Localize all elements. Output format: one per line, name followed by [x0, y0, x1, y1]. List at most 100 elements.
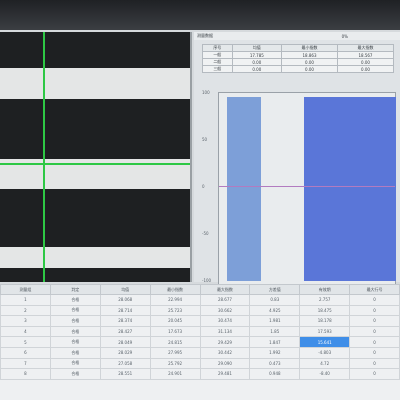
column-header[interactable]: 方差值 — [249, 284, 301, 295]
table-cell[interactable]: 17.593 — [299, 325, 351, 338]
table-cell[interactable]: 0 — [349, 304, 400, 317]
table-cell[interactable]: 0 — [349, 346, 400, 359]
column-header[interactable]: 最大行号 — [349, 284, 400, 295]
table-cell[interactable]: 合格 — [49, 336, 101, 348]
table-cell[interactable]: 8 — [0, 368, 51, 380]
column-header[interactable]: 测量组 — [0, 284, 51, 295]
results-table[interactable]: 测量组 判定 均值 最小指数 最大指数 方差值 有效期 最大行号 1 合格 28.068 22.994… — [0, 284, 400, 400]
table-cell[interactable]: 6 — [0, 346, 51, 359]
grid-row[interactable]: 二般 0.00 0.00 0.00 — [202, 58, 395, 66]
table-cell[interactable]: 合格 — [49, 294, 101, 306]
panel-title: 测量数据 — [197, 33, 213, 38]
table-cell[interactable]: 30.442 — [199, 346, 251, 359]
table-cell[interactable]: 1.992 — [249, 346, 301, 359]
grid-cell: 0.00 — [231, 65, 283, 73]
table-cell[interactable]: 29.090 — [199, 357, 251, 370]
table-cell[interactable]: 18.178 — [299, 315, 351, 327]
vertical-crosshair[interactable] — [43, 32, 45, 282]
table-cell[interactable]: 0 — [349, 368, 400, 380]
table-cell[interactable]: 2 — [0, 304, 51, 317]
table-cell[interactable]: 1.847 — [249, 336, 301, 348]
table-cell[interactable]: 24.901 — [149, 368, 201, 380]
table-cell[interactable]: 25.792 — [149, 357, 201, 370]
table-row[interactable]: 5 合格 28.049 24.815 29.429 1.847 15.641 0 — [0, 336, 400, 348]
table-row[interactable]: 4 合格 28.427 17.673 31.134 1.85 17.593 0 — [0, 325, 400, 338]
table-cell[interactable]: 29.429 — [199, 336, 251, 348]
table-cell[interactable]: 27.058 — [99, 357, 151, 370]
horizontal-crosshair[interactable] — [0, 163, 190, 165]
grid-cell: 17.785 — [231, 51, 283, 59]
table-cell[interactable]: 4.925 — [249, 304, 301, 317]
column-header[interactable]: 有效期 — [299, 284, 351, 295]
table-cell[interactable]: 31.134 — [199, 325, 251, 338]
table-cell[interactable]: 28.049 — [99, 336, 151, 348]
column-header[interactable]: 判定 — [49, 284, 101, 295]
table-cell[interactable]: 15.641 — [299, 336, 351, 348]
table-cell[interactable]: 2.757 — [299, 294, 351, 306]
table-cell[interactable]: 30.662 — [199, 304, 251, 317]
table-cell[interactable]: 1 — [0, 294, 51, 306]
y-tick-label: 100 — [202, 90, 210, 95]
table-cell[interactable]: 28.677 — [199, 294, 251, 306]
table-row[interactable]: 8 合格 28.551 24.901 29.481 0.948 -8.40 0 — [0, 368, 400, 380]
table-cell[interactable]: 0.83 — [249, 294, 301, 306]
table-cell[interactable]: 0 — [349, 315, 400, 327]
table-cell[interactable]: 30.474 — [199, 315, 251, 327]
table-cell[interactable]: 28.427 — [99, 325, 151, 338]
table-cell[interactable]: 28.029 — [99, 346, 151, 359]
table-cell[interactable]: 22.994 — [149, 294, 201, 306]
table-cell[interactable]: 合格 — [49, 346, 101, 359]
table-cell[interactable]: -4.803 — [299, 346, 351, 359]
grid-cell: 0.00 — [281, 65, 338, 73]
dark-band — [0, 268, 190, 282]
y-tick-label: -50 — [202, 231, 209, 236]
table-cell[interactable]: 29.481 — [199, 368, 251, 380]
table-cell[interactable]: 3 — [0, 315, 51, 327]
table-row[interactable]: 6 合格 28.029 27.995 30.442 1.992 -4.803 0 — [0, 346, 400, 359]
grid-row[interactable]: 一般 17.785 18.863 18.567 — [202, 51, 395, 59]
column-header[interactable]: 最小指数 — [149, 284, 201, 295]
table-cell[interactable]: 28.551 — [99, 368, 151, 380]
table-cell[interactable]: 4 — [0, 325, 51, 338]
table-cell[interactable]: 0.948 — [249, 368, 301, 380]
table-cell[interactable]: 合格 — [49, 368, 101, 380]
table-cell[interactable]: 28.068 — [99, 294, 151, 306]
table-cell[interactable]: 4.72 — [299, 357, 351, 370]
table-cell[interactable]: 17.673 — [149, 325, 201, 338]
table-cell[interactable]: 7 — [0, 357, 51, 370]
region-block — [227, 97, 261, 281]
table-cell[interactable]: -8.40 — [299, 368, 351, 380]
table-cell[interactable]: 0 — [349, 294, 400, 306]
table-cell[interactable]: 28.714 — [99, 304, 151, 317]
column-header[interactable]: 最大指数 — [199, 284, 251, 295]
table-cell[interactable]: 合格 — [49, 325, 101, 338]
table-cell[interactable]: 1.981 — [249, 315, 301, 327]
table-cell[interactable]: 0 — [349, 357, 400, 370]
plot-area[interactable] — [218, 92, 396, 312]
table-cell[interactable]: 27.995 — [149, 346, 201, 359]
grid-cell: 0.00 — [336, 58, 395, 66]
table-cell[interactable]: 5 — [0, 336, 51, 348]
table-cell[interactable]: 1.85 — [249, 325, 301, 338]
table-row[interactable]: 3 合格 28.374 20.045 30.474 1.981 18.178 0 — [0, 315, 400, 327]
table-row[interactable]: 1 合格 28.068 22.994 28.677 0.83 2.757 0 — [0, 294, 400, 306]
table-cell[interactable]: 0 — [349, 336, 400, 348]
grid-cell: 18.863 — [281, 51, 338, 59]
camera-view[interactable] — [0, 32, 192, 282]
grid-row[interactable]: 三般 0.00 0.00 0.00 — [202, 65, 395, 73]
table-cell[interactable]: 合格 — [49, 315, 101, 327]
table-row[interactable]: 7 合格 27.058 25.792 29.090 0.473 4.72 0 — [0, 357, 400, 370]
grid-header: 序号 — [202, 44, 233, 52]
column-header[interactable]: 均值 — [99, 284, 151, 295]
table-cell[interactable]: 合格 — [49, 357, 101, 370]
table-cell[interactable]: 0.473 — [249, 357, 301, 370]
table-row[interactable]: 2 合格 28.714 25.723 30.662 4.925 18.475 0 — [0, 304, 400, 317]
table-cell[interactable]: 0 — [349, 325, 400, 338]
grid-cell: 0.00 — [231, 58, 283, 66]
table-cell[interactable]: 18.475 — [299, 304, 351, 317]
table-cell[interactable]: 28.374 — [99, 315, 151, 327]
table-cell[interactable]: 20.045 — [149, 315, 201, 327]
table-cell[interactable]: 24.815 — [149, 336, 201, 348]
table-cell[interactable]: 合格 — [49, 304, 101, 317]
table-cell[interactable]: 25.723 — [149, 304, 201, 317]
